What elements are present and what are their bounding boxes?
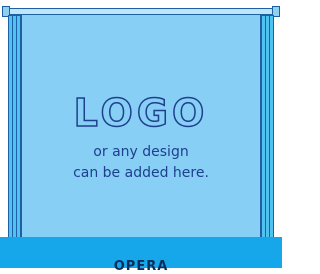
post-groove	[269, 16, 270, 267]
base-header: OPERA	[0, 237, 282, 274]
tagline-line-1: or any design	[93, 144, 189, 160]
logo-placeholder: LOGO	[73, 90, 209, 136]
right-post	[261, 15, 274, 268]
post-groove	[265, 16, 266, 267]
base-label: OPERA	[113, 259, 169, 274]
post-groove	[12, 16, 13, 267]
top-rail	[4, 8, 278, 15]
left-post	[8, 15, 21, 268]
display-stand: LOGO or any design can be added here. OP…	[0, 0, 282, 274]
tagline-line-2: can be added here.	[73, 165, 209, 181]
post-groove	[16, 16, 17, 267]
